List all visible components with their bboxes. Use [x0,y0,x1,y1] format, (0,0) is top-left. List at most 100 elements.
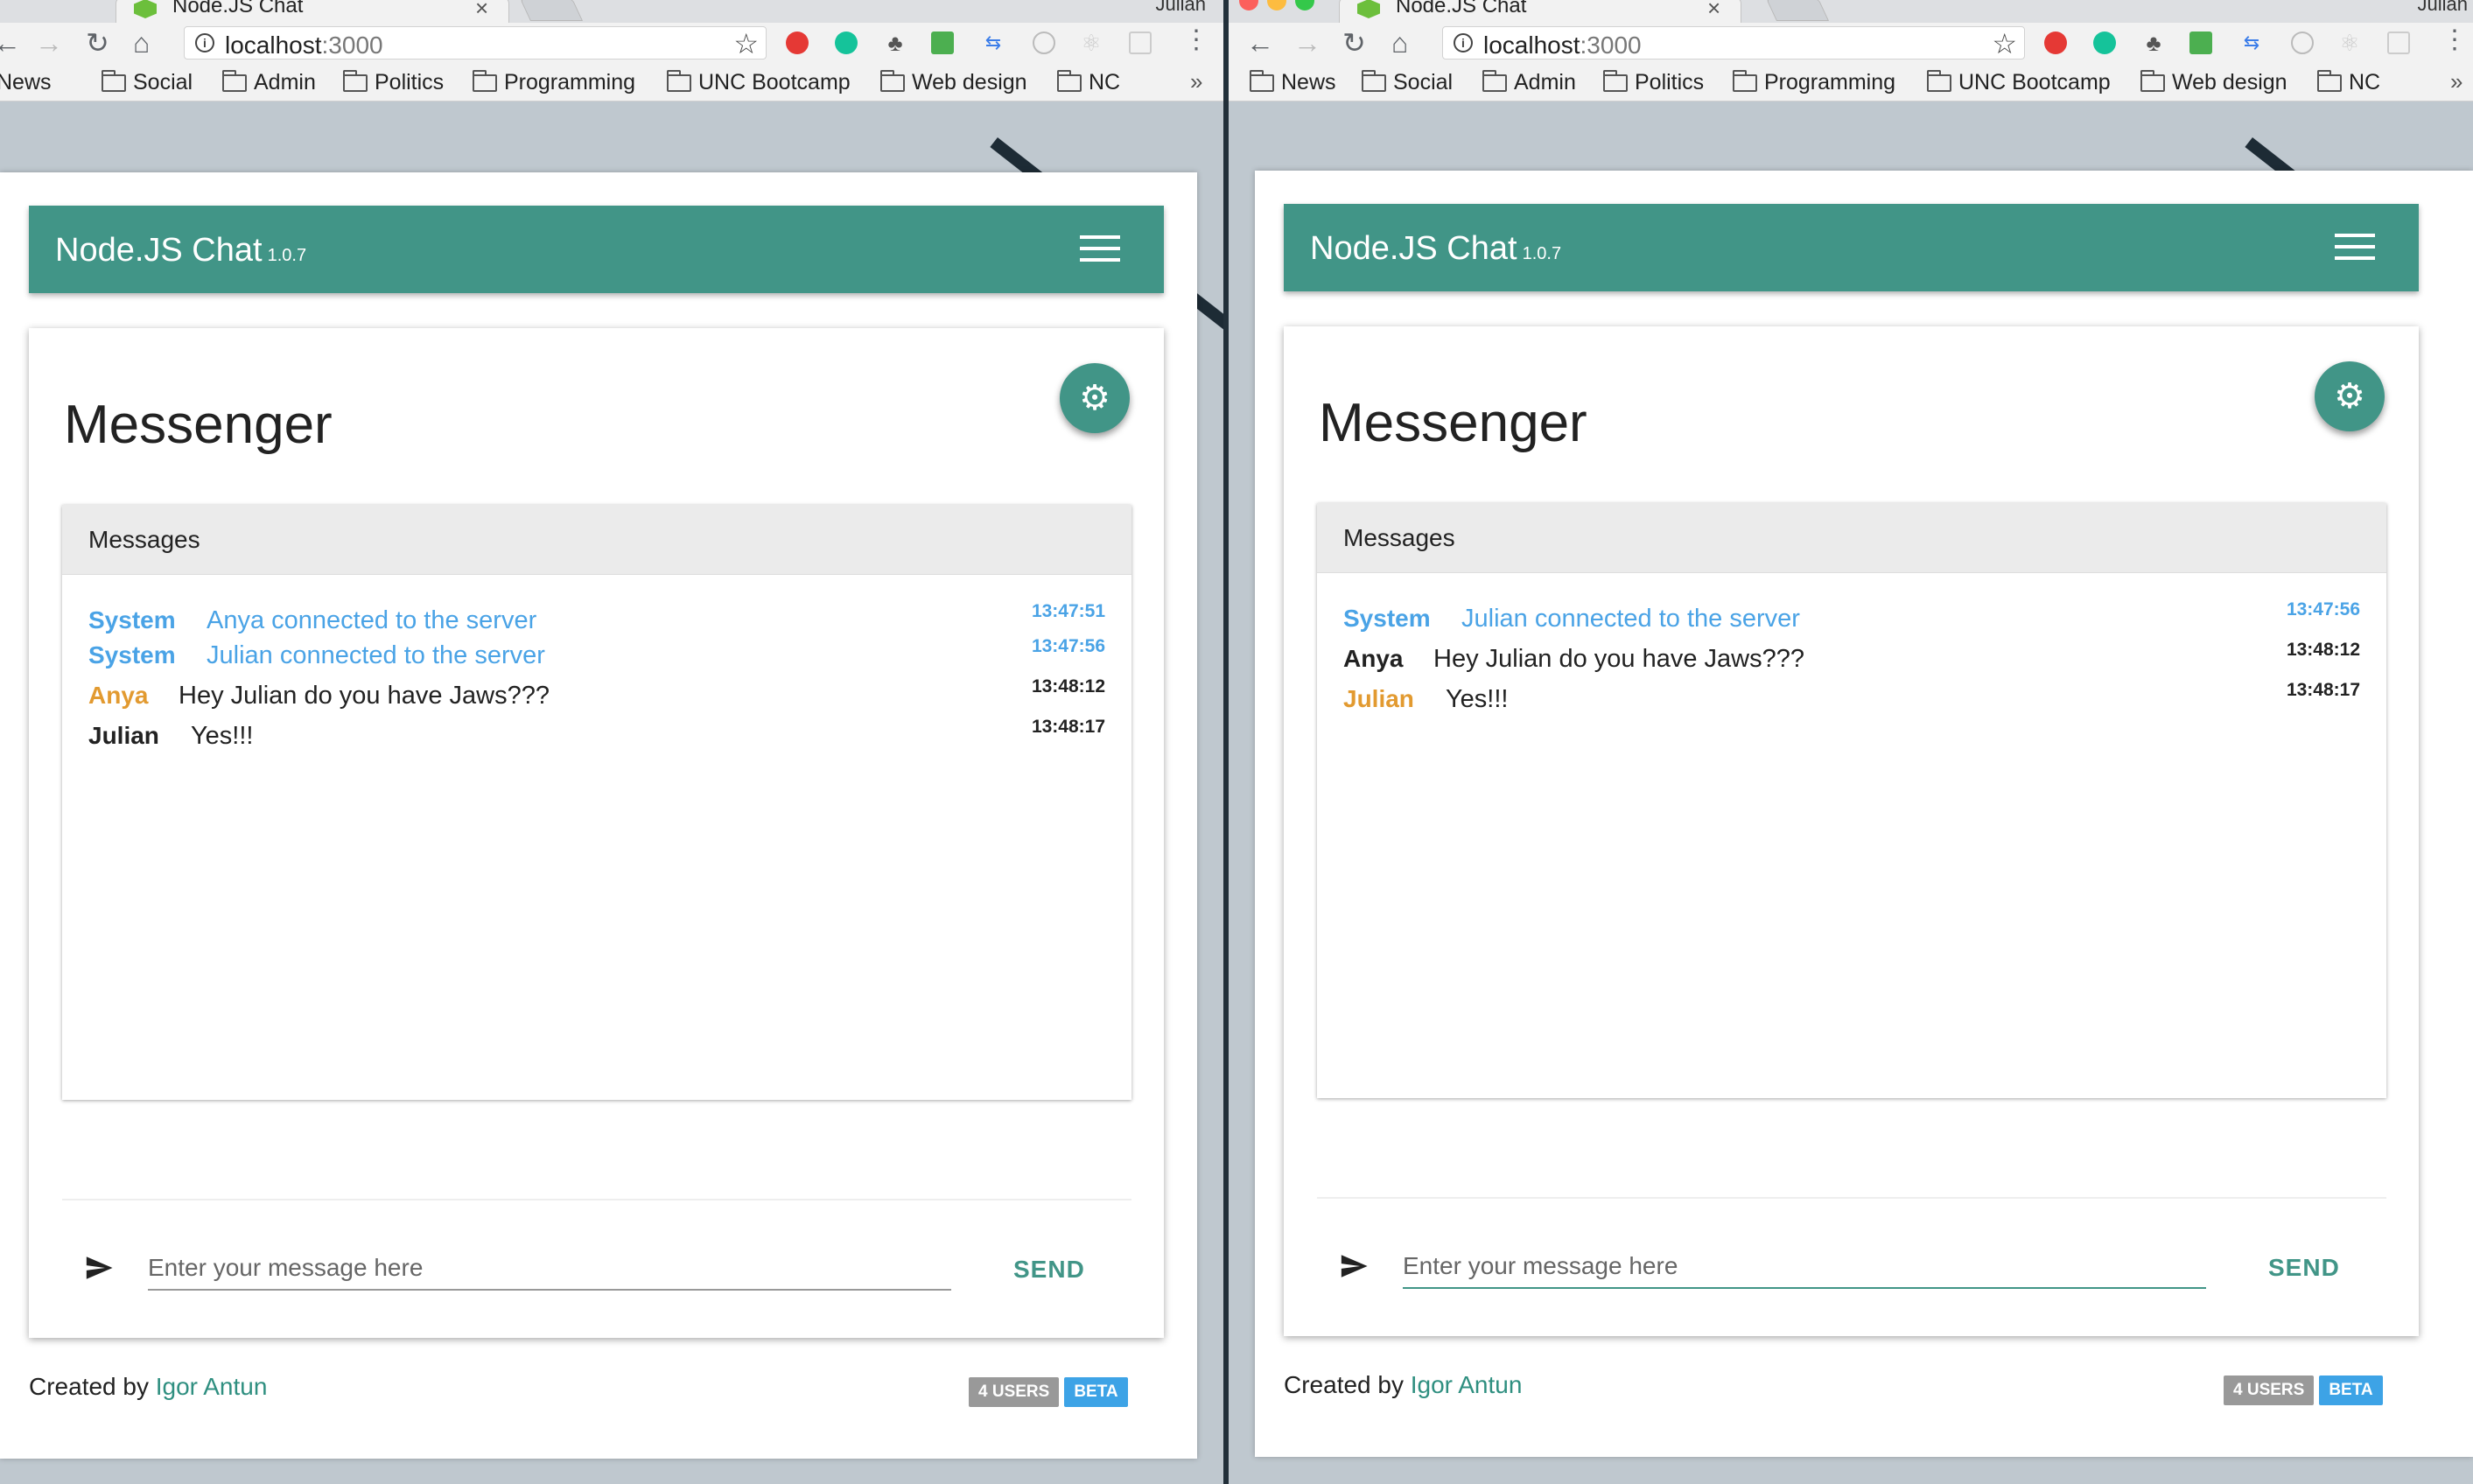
browser-tab[interactable]: Node.JS Chat × [116,0,509,23]
send-button[interactable]: SEND [2268,1254,2340,1282]
bookmark-programming[interactable]: Programming [473,69,635,95]
grid-extension-icon[interactable] [2387,32,2410,54]
home-icon[interactable]: ⌂ [1391,26,1408,60]
bookmark-programming[interactable]: Programming [1733,69,1895,95]
settings-button[interactable]: ⚙ [1060,363,1130,433]
folder-icon [473,69,497,92]
sync-extension-icon[interactable]: ⇆ [2240,32,2263,54]
reload-icon[interactable]: ↻ [1342,26,1366,60]
tab-title: Node.JS Chat [172,0,304,18]
message-time: 13:48:17 [1031,717,1105,737]
grammarly-extension-icon[interactable] [835,32,858,54]
settings-button[interactable]: ⚙ [2315,361,2385,431]
page-title: Messenger [1319,393,1587,453]
bookmarks-overflow-button[interactable]: » [2450,68,2462,95]
message-author: Julian [88,722,159,749]
forward-icon[interactable]: → [1293,26,1321,60]
sync-extension-icon[interactable]: ⇆ [982,32,1005,54]
folder-icon [1482,69,1507,92]
message-text: Anya connected to the server [207,606,537,634]
back-icon[interactable]: ← [1246,26,1274,60]
circle-extension-icon[interactable] [1033,32,1055,54]
bookmark-label: Politics [375,70,445,94]
tab-strip: Node.JS Chat × Julian [1229,0,2473,23]
message-author: System [88,606,176,634]
bookmark-web-design[interactable]: Web design [2140,69,2287,95]
bookmark-unc-bootcamp[interactable]: UNC Bootcamp [1927,69,2111,95]
home-icon[interactable]: ⌂ [133,26,150,60]
bookmark-label: NC [1089,70,1121,94]
new-extension-icon[interactable] [2189,32,2212,54]
menu-icon[interactable]: ⋮ [1183,24,1209,56]
hamburger-menu-icon[interactable] [2335,234,2375,260]
message-author: Anya [88,682,149,709]
adblock-extension-icon[interactable] [2044,32,2067,54]
divider [62,1199,1131,1200]
forward-icon[interactable]: → [35,26,63,60]
info-icon[interactable]: i [195,33,214,52]
new-extension-icon[interactable] [931,32,954,54]
hamburger-menu-icon[interactable] [1080,235,1120,262]
zoom-window-button[interactable] [1295,0,1314,10]
app-brand[interactable]: Node.JS Chat 1.0.7 [55,232,306,270]
star-icon[interactable]: ☆ [1992,27,2017,60]
bookmark-web-design[interactable]: Web design [880,69,1027,95]
message-text: Julian connected to the server [1461,605,1800,633]
app-brand[interactable]: Node.JS Chat 1.0.7 [1310,230,1561,268]
message-input[interactable] [148,1247,951,1291]
circle-extension-icon[interactable] [2291,32,2314,54]
react-extension-icon[interactable]: ⚛ [2338,32,2361,54]
close-icon[interactable]: × [1707,0,1720,22]
footer-prefix: Created by [1284,1371,1404,1398]
send-icon[interactable] [1336,1251,1371,1281]
author-link[interactable]: Igor Antun [156,1373,268,1400]
url-port: :3000 [1580,32,1642,59]
bookmark-news[interactable]: News [0,70,52,95]
message-time: 13:48:12 [2286,640,2360,660]
evernote-extension-icon[interactable]: ♣ [884,32,907,54]
app-header: Node.JS Chat 1.0.7 [1284,204,2419,291]
bookmark-social[interactable]: Social [1362,69,1453,95]
close-icon[interactable]: × [475,0,488,22]
new-tab-button[interactable] [519,0,584,21]
back-icon[interactable]: ← [0,26,21,60]
bookmark-nc[interactable]: NC [2317,69,2380,95]
profile-name[interactable]: Julian [2418,0,2468,16]
bookmark-social[interactable]: Social [102,69,193,95]
send-button[interactable]: SEND [1013,1256,1085,1284]
bookmarks-overflow-button[interactable]: » [1190,68,1202,95]
profile-name[interactable]: Julian [1156,0,1206,16]
gear-icon: ⚙ [1079,379,1110,417]
send-icon[interactable] [81,1253,116,1283]
grid-extension-icon[interactable] [1129,32,1152,54]
bookmark-news[interactable]: News [1250,69,1336,95]
url-host: localhost [225,32,322,59]
adblock-extension-icon[interactable] [786,32,809,54]
address-bar[interactable]: i localhost:3000 ☆ [184,26,767,60]
react-extension-icon[interactable]: ⚛ [1080,32,1103,54]
bookmark-admin[interactable]: Admin [222,69,316,95]
divider [1317,1197,2386,1199]
star-icon[interactable]: ☆ [733,27,759,60]
close-window-button[interactable] [1239,0,1258,10]
author-link[interactable]: Igor Antun [1411,1371,1523,1398]
message-row: Anya Hey Julian do you have Jaws??? 13:4… [88,676,1105,711]
info-icon[interactable]: i [1454,33,1473,52]
menu-icon[interactable]: ⋮ [2441,24,2468,56]
messages-header-label: Messages [1343,524,1455,551]
bookmark-admin[interactable]: Admin [1482,69,1576,95]
minimize-window-button[interactable] [1267,0,1286,10]
address-bar[interactable]: i localhost:3000 ☆ [1442,26,2025,60]
tab-title: Node.JS Chat [1396,0,1527,18]
tab-strip: Node.JS Chat × Julian [0,0,1223,23]
message-input[interactable] [1403,1245,2206,1289]
bookmark-politics[interactable]: Politics [343,69,445,95]
reload-icon[interactable]: ↻ [86,26,109,60]
bookmark-nc[interactable]: NC [1057,69,1121,95]
new-tab-button[interactable] [1765,0,1830,21]
grammarly-extension-icon[interactable] [2093,32,2116,54]
browser-tab[interactable]: Node.JS Chat × [1339,0,1741,23]
evernote-extension-icon[interactable]: ♣ [2142,32,2165,54]
bookmark-politics[interactable]: Politics [1603,69,1704,95]
bookmark-unc-bootcamp[interactable]: UNC Bootcamp [667,69,851,95]
